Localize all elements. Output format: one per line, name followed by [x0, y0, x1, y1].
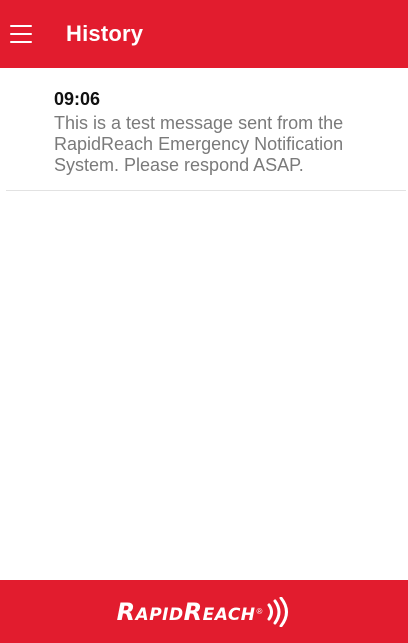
history-list: 09:06 This is a test message sent from t… [0, 68, 408, 191]
app-bar: History [0, 0, 408, 68]
hamburger-menu-icon[interactable] [10, 25, 34, 43]
message-text: This is a test message sent from the Rap… [54, 113, 344, 175]
menu-bar-line [10, 33, 32, 35]
signal-waves-icon [267, 596, 289, 627]
message-time: 09:06 [54, 89, 101, 109]
registered-mark: ® [256, 607, 263, 616]
menu-bar-line [10, 25, 32, 27]
logo-text: RapidReach [116, 597, 256, 626]
history-list-item[interactable]: 09:06 This is a test message sent from t… [6, 68, 406, 191]
page-title: History [66, 21, 144, 46]
menu-bar-line [10, 41, 32, 43]
footer-bar: RapidReach ® [0, 580, 408, 643]
rapidreach-logo: RapidReach ® [116, 596, 292, 627]
